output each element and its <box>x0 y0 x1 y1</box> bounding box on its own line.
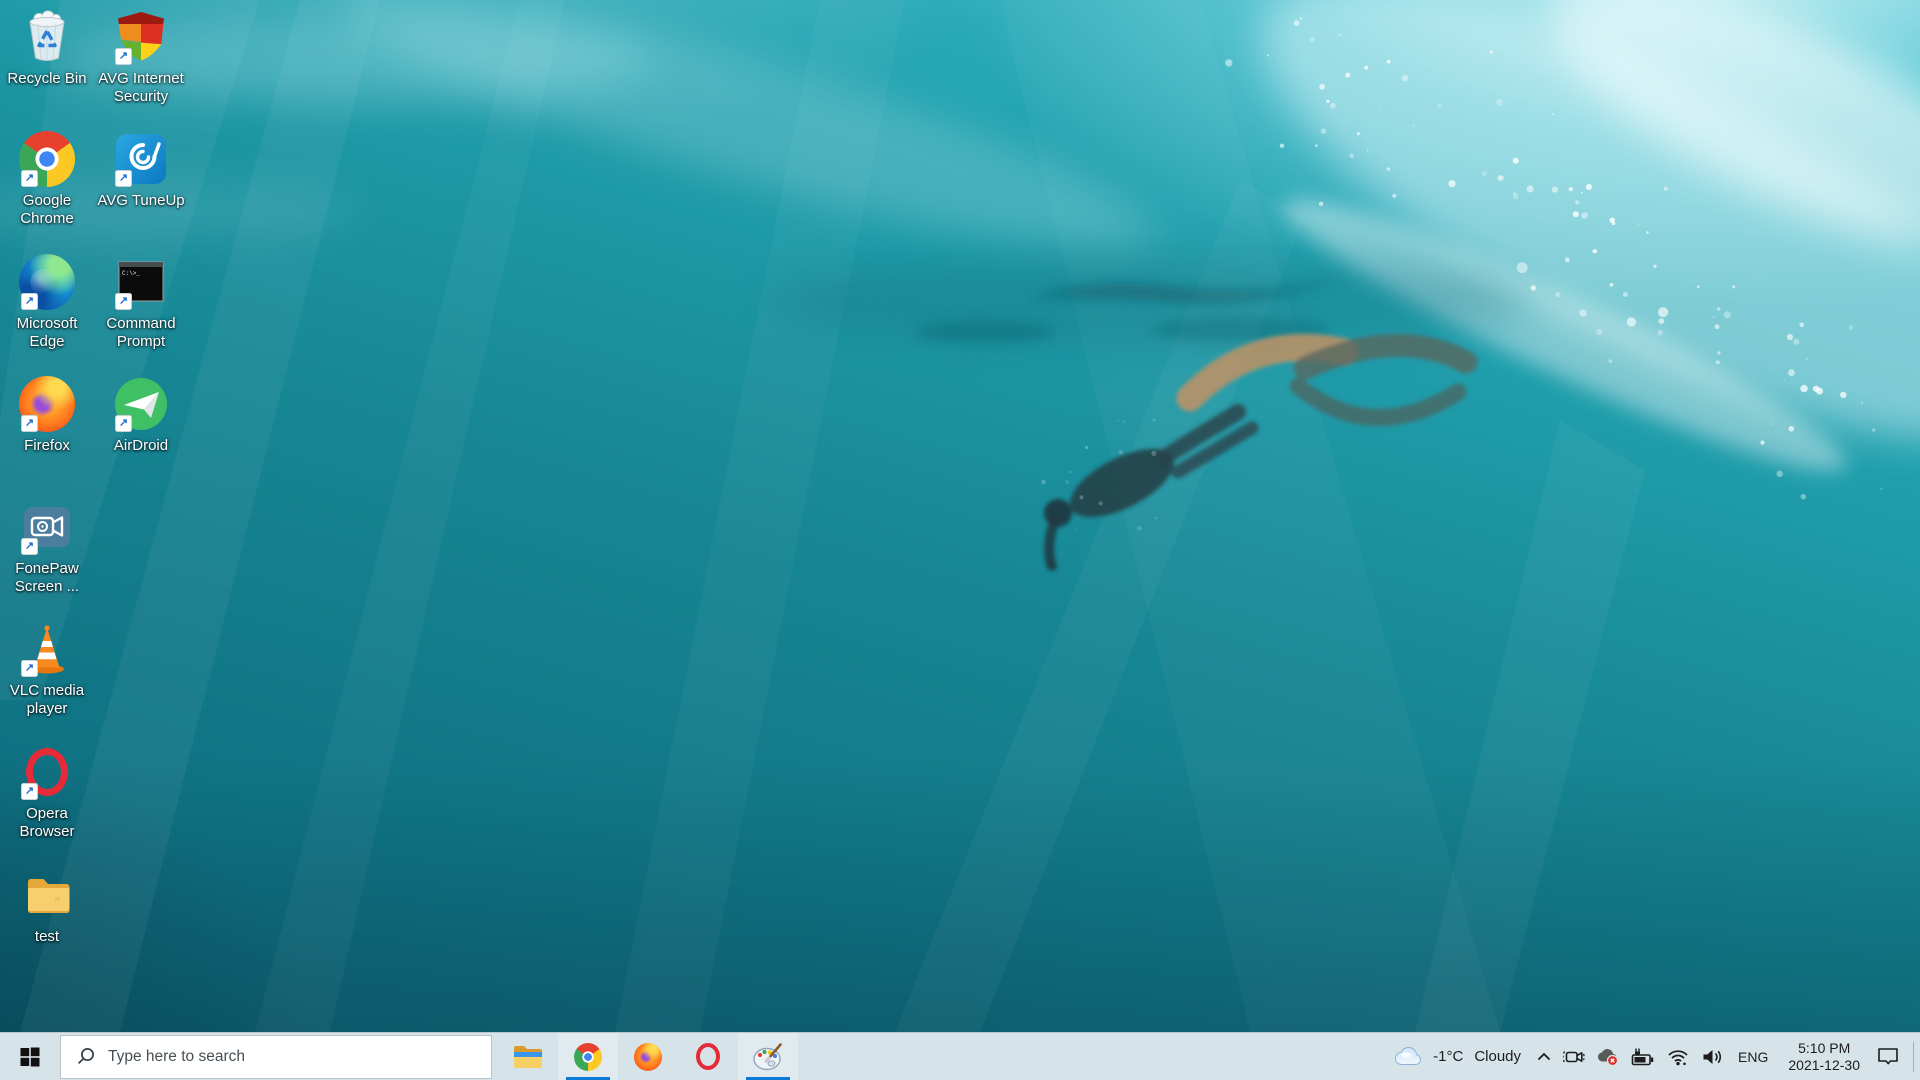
desktop-icon-recycle-bin[interactable]: Recycle Bin <box>0 8 94 88</box>
taskbar-app-paint[interactable] <box>738 1033 798 1080</box>
weather-temperature: -1°C <box>1433 1048 1464 1065</box>
taskbar-app-file-explorer[interactable] <box>498 1033 558 1080</box>
weather-cloud-icon <box>1395 1046 1422 1065</box>
volume-button[interactable] <box>1695 1033 1729 1080</box>
search-box[interactable]: Type here to search <box>60 1034 492 1079</box>
command-prompt-icon: C:\>_ ↗ <box>112 253 170 311</box>
clock-date: 2021-12-30 <box>1788 1056 1860 1073</box>
clock[interactable]: 5:10 PM 2021-12-30 <box>1777 1033 1871 1080</box>
desktop-icon-label: FonePaw Screen ... <box>14 560 80 595</box>
action-center-icon <box>1878 1048 1898 1065</box>
volume-icon <box>1703 1049 1721 1064</box>
shortcut-arrow-icon: ↗ <box>115 170 132 187</box>
desktop-icon-grid: Recycle Bin ↗ AVG Internet Security ↗ Goo… <box>0 0 1920 1032</box>
taskbar-app-chrome[interactable] <box>558 1033 618 1080</box>
shortcut-arrow-icon: ↗ <box>21 660 38 677</box>
search-icon <box>77 1048 94 1065</box>
desktop-icon-opera[interactable]: ↗ Opera Browser <box>0 743 94 841</box>
edge-icon: ↗ <box>18 253 76 311</box>
chevron-up-icon <box>1537 1052 1551 1061</box>
desktop-icon-label: test <box>34 928 60 945</box>
shortcut-arrow-icon: ↗ <box>115 415 132 432</box>
onedrive-status-button[interactable] <box>1591 1033 1625 1080</box>
shortcut-arrow-icon: ↗ <box>115 293 132 310</box>
meet-now-button[interactable] <box>1557 1033 1591 1080</box>
action-center-button[interactable] <box>1871 1033 1905 1080</box>
desktop-icon-label: AVG TuneUp <box>97 192 185 209</box>
taskbar: Type here to search -1°C Cloudy ENG 5:10… <box>0 1032 1920 1080</box>
recycle-bin-icon <box>18 8 76 66</box>
opera-icon: ↗ <box>18 743 76 801</box>
shortcut-arrow-icon: ↗ <box>21 415 38 432</box>
desktop-icon-avg-internet-security[interactable]: ↗ AVG Internet Security <box>94 8 188 106</box>
desktop-icon-label: Google Chrome <box>20 192 74 227</box>
wifi-icon <box>1668 1049 1688 1065</box>
svg-text:C:\>_: C:\>_ <box>122 270 140 277</box>
language-indicator[interactable]: ENG <box>1729 1033 1777 1080</box>
desktop-icon-label: AVG Internet Security <box>98 70 184 105</box>
desktop-icon-google-chrome[interactable]: ↗ Google Chrome <box>0 130 94 228</box>
desktop-icon-vlc[interactable]: ↗ VLC media player <box>0 620 94 718</box>
desktop-icon-label: Opera Browser <box>19 805 75 840</box>
battery-charging-icon <box>1631 1048 1654 1065</box>
avg-shield-icon: ↗ <box>112 8 170 66</box>
desktop-icon-label: Microsoft Edge <box>16 315 78 350</box>
airdroid-icon: ↗ <box>112 375 170 433</box>
desktop-icon-command-prompt[interactable]: C:\>_ ↗ Command Prompt <box>94 253 188 351</box>
shortcut-arrow-icon: ↗ <box>21 783 38 800</box>
taskbar-app-firefox[interactable] <box>618 1033 678 1080</box>
desktop-icon-airdroid[interactable]: ↗ AirDroid <box>94 375 188 455</box>
shortcut-arrow-icon: ↗ <box>115 48 132 65</box>
windows-logo-icon <box>20 1047 40 1066</box>
desktop-icon-test-folder[interactable]: test <box>0 866 94 946</box>
desktop-icon-label: Recycle Bin <box>7 70 87 87</box>
meet-now-camera-icon <box>1563 1050 1585 1063</box>
onedrive-offline-icon <box>1598 1048 1619 1066</box>
vlc-cone-icon: ↗ <box>18 620 76 678</box>
opera-icon <box>696 1043 720 1070</box>
weather-condition: Cloudy <box>1474 1048 1522 1065</box>
wifi-status-button[interactable] <box>1661 1033 1695 1080</box>
fonepaw-icon: ↗ <box>18 498 76 556</box>
shortcut-arrow-icon: ↗ <box>21 293 38 310</box>
file-explorer-icon <box>514 1045 542 1068</box>
desktop-icon-fonepaw-screen-recorder[interactable]: ↗ FonePaw Screen ... <box>0 498 94 596</box>
system-tray: -1°C Cloudy ENG 5:10 PM 2021-12-30 <box>1384 1033 1920 1080</box>
show-desktop-button[interactable] <box>1914 1033 1920 1080</box>
chrome-icon <box>574 1042 602 1071</box>
clock-time: 5:10 PM <box>1798 1039 1851 1056</box>
taskbar-apps <box>498 1033 798 1080</box>
paint-icon <box>753 1042 782 1070</box>
desktop-icon-firefox[interactable]: ↗ Firefox <box>0 375 94 455</box>
desktop-icon-avg-tuneup[interactable]: ↗ AVG TuneUp <box>94 130 188 210</box>
start-button[interactable] <box>0 1033 60 1080</box>
firefox-icon <box>634 1042 662 1071</box>
taskbar-app-opera[interactable] <box>678 1033 738 1080</box>
shortcut-arrow-icon: ↗ <box>21 170 38 187</box>
shortcut-arrow-icon: ↗ <box>21 538 38 555</box>
desktop-icon-label: Firefox <box>24 437 70 454</box>
desktop-icon-microsoft-edge[interactable]: ↗ Microsoft Edge <box>0 253 94 351</box>
windows-desktop: { "desktop": { "icons": [ {"id":"recycle… <box>0 0 1920 1080</box>
desktop-icon-label: AirDroid <box>113 437 169 454</box>
tray-overflow-button[interactable] <box>1531 1033 1557 1080</box>
avg-tuneup-icon: ↗ <box>112 130 170 188</box>
search-placeholder: Type here to search <box>108 1047 245 1065</box>
firefox-icon: ↗ <box>18 375 76 433</box>
battery-status-button[interactable] <box>1625 1033 1661 1080</box>
chrome-icon: ↗ <box>18 130 76 188</box>
weather-widget[interactable]: -1°C Cloudy <box>1384 1033 1531 1080</box>
folder-icon <box>18 866 76 924</box>
desktop-icon-label: VLC media player <box>9 682 85 717</box>
desktop-icon-label: Command Prompt <box>106 315 176 350</box>
